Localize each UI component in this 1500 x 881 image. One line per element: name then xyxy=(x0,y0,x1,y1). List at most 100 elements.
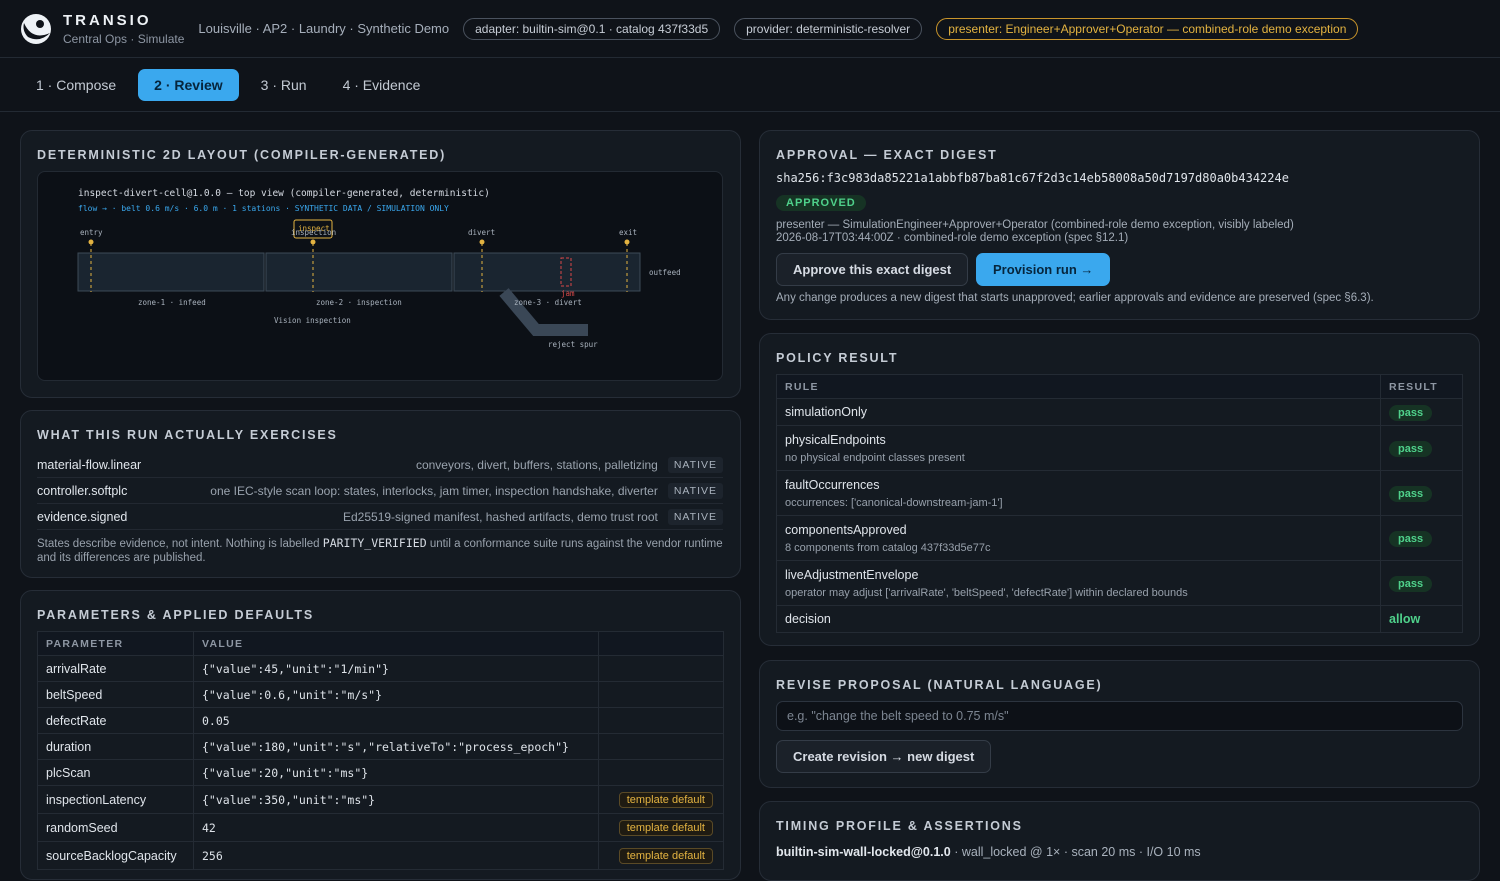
zone-1-conveyor xyxy=(77,252,265,292)
parameters-panel: PARAMETERS & APPLIED DEFAULTS PARAMETER … xyxy=(20,590,741,880)
param-value: 0.05 xyxy=(193,707,599,734)
param-value: {"value":45,"unit":"1/min"} xyxy=(193,655,599,682)
label-jam: jam xyxy=(561,289,575,298)
approval-timestamp: 2026-08-17T03:44:00Z · combined-role dem… xyxy=(776,232,1129,244)
pass-badge: pass xyxy=(1389,531,1433,547)
decision-row: decision allow xyxy=(776,605,1463,633)
param-name: sourceBacklogCapacity xyxy=(37,841,194,870)
parameters-table: PARAMETER VALUE arrivalRate {"value":45,"… xyxy=(37,631,724,870)
param-value: {"value":20,"unit":"ms"} xyxy=(193,759,599,786)
table-row: liveAdjustmentEnvelope operator may adjus… xyxy=(776,560,1463,606)
param-header: PARAMETER xyxy=(37,631,194,656)
timing-panel: TIMING PROFILE & ASSERTIONS builtin-sim-… xyxy=(759,801,1480,881)
inspection-marker xyxy=(310,239,316,245)
rule-name: liveAdjustmentEnvelope xyxy=(785,567,919,582)
tab-run[interactable]: 3 · Run xyxy=(247,69,321,101)
divert-marker xyxy=(479,239,485,245)
template-default-badge: template default xyxy=(618,847,713,864)
label-reject: reject spur xyxy=(548,340,598,349)
parity-verified-code: PARITY_VERIFIED xyxy=(322,536,427,550)
exercise-desc: Ed25519-signed manifest, hashed artifact… xyxy=(343,509,658,524)
timing-profile: builtin-sim-wall-locked@0.1.0 · wall_loc… xyxy=(776,845,1201,859)
label-vision: Vision inspection xyxy=(274,316,351,325)
brand-name: TRANSIO xyxy=(63,11,152,29)
approved-badge: APPROVED xyxy=(776,195,866,211)
param-value: {"value":180,"unit":"s","relativeTo":"pr… xyxy=(193,733,599,760)
timing-detail: · wall_locked @ 1× · scan 20 ms · I/O 10… xyxy=(950,845,1201,859)
layout-diagram: inspect-divert-cell@1.0.0 — top view (co… xyxy=(37,171,723,381)
transio-logo-icon xyxy=(21,13,51,44)
approve-digest-button[interactable]: Approve this exact digest xyxy=(776,253,969,286)
label-inspection: inspection xyxy=(291,228,336,237)
provider-chip: provider: deterministic-resolver xyxy=(734,17,923,40)
param-name: arrivalRate xyxy=(37,655,194,682)
diagram-subtitle: flow → · belt 0.6 m/s · 6.0 m · 1 statio… xyxy=(78,204,449,213)
param-value: 42 xyxy=(193,813,599,842)
label-zone-3: zone-3 · divert xyxy=(514,298,582,307)
exercises-panel: WHAT THIS RUN ACTUALLY EXERCISES materia… xyxy=(20,410,741,578)
exercise-desc: one IEC-style scan loop: states, interlo… xyxy=(210,483,658,498)
label-entry: entry xyxy=(80,228,103,237)
rule-header: RULE xyxy=(776,374,1381,399)
adapter-chip: adapter: builtin-sim@0.1 · catalog 437f3… xyxy=(463,17,721,40)
value-header: VALUE xyxy=(193,631,599,656)
policy-title: POLICY RESULT xyxy=(776,351,899,365)
note-text: States describe evidence, not intent. No… xyxy=(37,538,323,550)
app-header: TRANSIO Central Ops · Simulate Louisvill… xyxy=(0,0,1500,58)
param-value: {"value":350,"unit":"ms"} xyxy=(193,785,599,814)
approval-presenter: presenter — SimulationEngineer+Approver+… xyxy=(776,219,1294,231)
rule-desc: no physical endpoint classes present xyxy=(785,451,965,464)
table-row: duration {"value":180,"unit":"s","relativ… xyxy=(37,733,724,760)
revise-panel: REVISE PROPOSAL (NATURAL LANGUAGE) Creat… xyxy=(759,660,1480,788)
layout-panel: DETERMINISTIC 2D LAYOUT (COMPILER-GENERA… xyxy=(20,130,741,398)
table-row: defectRate 0.05 xyxy=(37,707,724,734)
param-name: plcScan xyxy=(37,759,194,786)
decision-value: allow xyxy=(1389,612,1421,626)
approval-note: Any change produces a new digest that st… xyxy=(776,292,1374,304)
revise-input[interactable] xyxy=(776,701,1463,731)
rule-desc: 8 components from catalog 437f33d5e77c xyxy=(785,541,991,554)
provision-run-button[interactable]: Provision run → xyxy=(976,253,1111,286)
template-default-badge: template default xyxy=(618,819,713,836)
exercises-note: States describe evidence, not intent. No… xyxy=(37,536,723,566)
pass-badge: pass xyxy=(1389,405,1433,421)
table-row: plcScan {"value":20,"unit":"ms"} xyxy=(37,759,724,786)
pass-badge: pass xyxy=(1389,441,1433,457)
site-location: Louisville · AP2 · Laundry · Synthetic D… xyxy=(198,21,450,36)
label-outfeed: outfeed xyxy=(649,268,681,277)
label-exit: exit xyxy=(619,228,637,237)
exercise-row: material-flow.linear conveyors, divert, … xyxy=(37,452,723,478)
table-row: beltSpeed {"value":0.6,"unit":"m/s"} xyxy=(37,681,724,708)
exercise-row: controller.softplc one IEC-style scan lo… xyxy=(37,478,723,504)
entry-marker xyxy=(88,239,94,245)
create-revision-button[interactable]: Create revision → new digest xyxy=(776,740,992,773)
brand-subtitle: Central Ops · Simulate xyxy=(63,31,185,46)
native-badge: NATIVE xyxy=(667,456,723,473)
label-zone-1: zone-1 · infeed xyxy=(138,298,206,307)
pass-badge: pass xyxy=(1389,486,1433,502)
table-row: physicalEndpoints no physical endpoint cl… xyxy=(776,425,1463,471)
param-name: defectRate xyxy=(37,707,194,734)
table-row: randomSeed 42 template default xyxy=(37,813,724,842)
rule-name: physicalEndpoints xyxy=(785,432,886,447)
native-badge: NATIVE xyxy=(667,508,723,525)
revise-title: REVISE PROPOSAL (NATURAL LANGUAGE) xyxy=(776,678,1103,692)
presenter-warning-chip: presenter: Engineer+Approver+Operator — … xyxy=(936,17,1359,40)
param-value: 256 xyxy=(193,841,599,870)
table-row: inspectionLatency {"value":350,"unit":"ms… xyxy=(37,785,724,814)
tab-compose[interactable]: 1 · Compose xyxy=(22,69,130,101)
layout-panel-title: DETERMINISTIC 2D LAYOUT (COMPILER-GENERA… xyxy=(37,148,447,162)
param-name: randomSeed xyxy=(37,813,194,842)
label-divert: divert xyxy=(468,228,495,237)
table-row: arrivalRate {"value":45,"unit":"1/min"} xyxy=(37,655,724,682)
exercise-name: controller.softplc xyxy=(37,483,128,498)
exercises-title: WHAT THIS RUN ACTUALLY EXERCISES xyxy=(37,428,338,442)
brand: TRANSIO Central Ops · Simulate xyxy=(63,12,184,46)
tab-review[interactable]: 2 · Review xyxy=(138,68,239,101)
tab-evidence[interactable]: 4 · Evidence xyxy=(329,69,435,101)
native-badge: NATIVE xyxy=(667,482,723,499)
rule-desc: operator may adjust ['arrivalRate', 'bel… xyxy=(785,586,1188,599)
param-value: {"value":0.6,"unit":"m/s"} xyxy=(193,681,599,708)
timing-profile-name: builtin-sim-wall-locked@0.1.0 xyxy=(776,845,951,859)
decision-label: decision xyxy=(776,605,1381,633)
